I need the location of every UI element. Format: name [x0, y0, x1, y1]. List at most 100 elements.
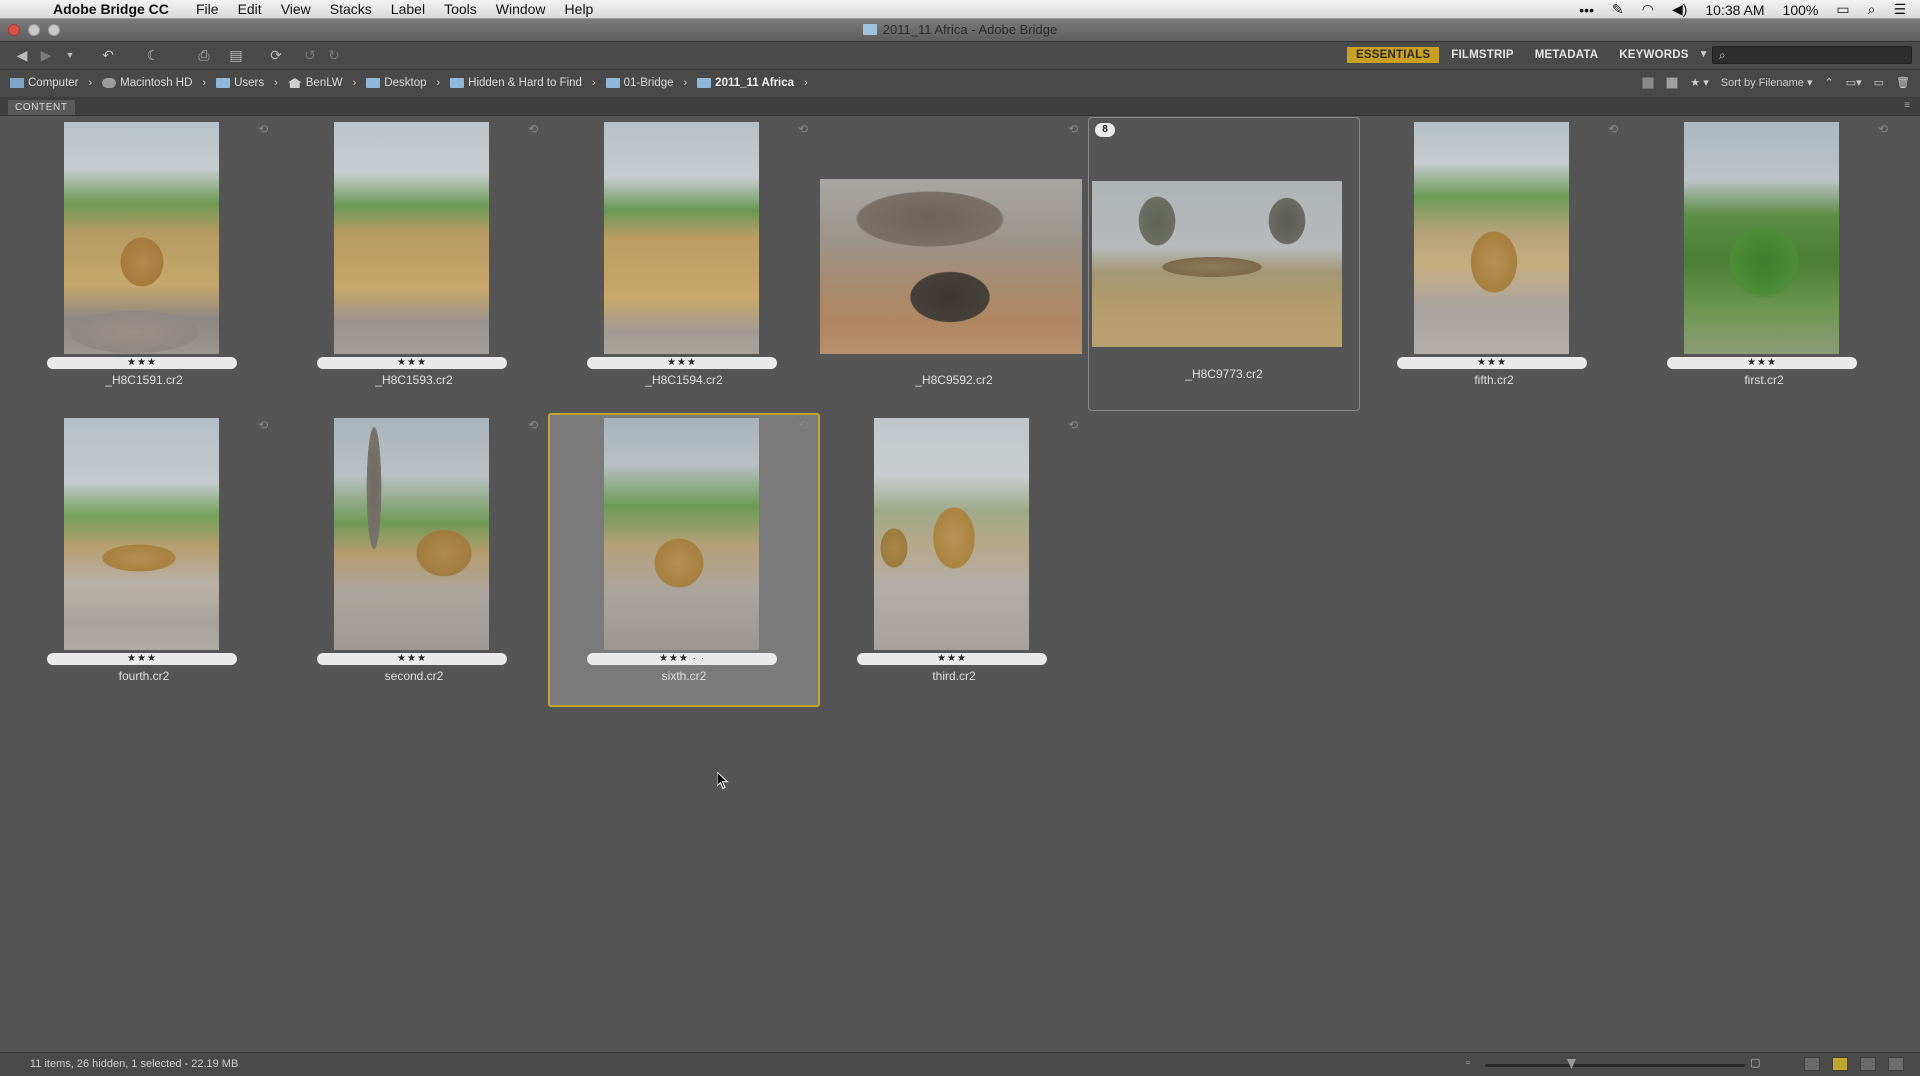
reveal-recent-icon[interactable]: ↶	[100, 48, 116, 62]
rotate-icon[interactable]: ⟲	[526, 418, 540, 432]
thumbnail-item[interactable]: ⟲ _H8C9592.cr2	[818, 117, 1090, 411]
thumbnail-quality-icon[interactable]	[1666, 76, 1679, 89]
menu-help[interactable]: Help	[565, 1, 594, 17]
thumbnail-item-selected[interactable]: ⟲ ★★★ · · sixth.cr2	[548, 413, 820, 707]
thumbnail-image[interactable]	[64, 122, 219, 354]
crumb-hidden-hard-to-find[interactable]: Hidden & Hard to Find	[450, 77, 582, 89]
open-recent-folder-icon[interactable]: ▭▾	[1846, 76, 1862, 89]
minimize-window-button[interactable]	[28, 24, 40, 36]
chevron-right-icon[interactable]: ›	[804, 77, 808, 89]
thumbnail-image[interactable]	[334, 122, 489, 354]
file-name[interactable]: _H8C1594.cr2	[548, 373, 820, 387]
sort-direction-icon[interactable]: ⌃	[1824, 76, 1833, 89]
battery-icon[interactable]: ▭	[1836, 1, 1849, 18]
stack-thumbnail-item[interactable]: 8 _H8C9773.cr2	[1088, 117, 1360, 411]
rotate-icon[interactable]: ⟲	[1606, 122, 1620, 136]
view-as-list-icon[interactable]	[1888, 1057, 1904, 1071]
menu-window[interactable]: Window	[496, 1, 546, 17]
thumbnail-image[interactable]	[874, 418, 1029, 650]
file-name[interactable]: third.cr2	[818, 669, 1090, 683]
file-name[interactable]: _H8C1591.cr2	[8, 373, 280, 387]
rotate-icon[interactable]: ⟲	[1876, 122, 1890, 136]
thumbnail-item[interactable]: ⟲ ★★★ first.cr2	[1628, 117, 1900, 411]
star-rating[interactable]: ★★★	[47, 357, 237, 369]
notification-center-icon[interactable]: ☰	[1893, 1, 1906, 18]
menu-edit[interactable]: Edit	[238, 1, 262, 17]
panel-menu-icon[interactable]: ≡	[1904, 100, 1910, 111]
more-icon[interactable]: •••	[1579, 2, 1594, 18]
thumbnail-image[interactable]	[1414, 122, 1569, 354]
menu-view[interactable]: View	[281, 1, 311, 17]
workspace-menu-chevron-down-icon[interactable]: ▼	[1699, 49, 1709, 63]
thumbnail-image[interactable]	[1684, 122, 1839, 354]
open-in-camera-raw-icon[interactable]: ⟳	[268, 48, 284, 62]
star-rating[interactable]: ★★★ · ·	[587, 653, 777, 665]
view-grid-lock-icon[interactable]	[1804, 1057, 1820, 1071]
forward-icon[interactable]: ▶	[38, 48, 54, 62]
refine-icon[interactable]: ▤	[228, 48, 244, 62]
thumbnail-item[interactable]: ⟲ ★★★ _H8C1591.cr2	[8, 117, 280, 411]
file-name[interactable]: _H8C1593.cr2	[278, 373, 550, 387]
rotate-left-icon[interactable]: ↺	[302, 48, 318, 62]
notes-icon[interactable]: ✎	[1612, 1, 1624, 18]
battery-percent[interactable]: 100%	[1783, 2, 1819, 18]
rotate-icon[interactable]: ⟲	[796, 418, 810, 432]
chevron-right-icon[interactable]: ›	[202, 77, 206, 89]
spotlight-icon[interactable]: ⌕	[1868, 1, 1876, 18]
file-name[interactable]: second.cr2	[278, 669, 550, 683]
content-panel-tab[interactable]: CONTENT	[8, 100, 75, 115]
workspace-essentials[interactable]: ESSENTIALS	[1347, 47, 1440, 63]
close-window-button[interactable]	[8, 24, 20, 36]
menu-file[interactable]: File	[196, 1, 219, 17]
crumb-01-bridge[interactable]: 01-Bridge	[605, 77, 674, 89]
quality-icon[interactable]	[1642, 76, 1655, 89]
star-rating[interactable]: ★★★	[857, 653, 1047, 665]
thumbnail-image[interactable]	[820, 179, 1082, 354]
star-rating[interactable]: ★★★	[47, 653, 237, 665]
thumbnail-item[interactable]: ⟲ ★★★ fourth.cr2	[8, 413, 280, 707]
chevron-right-icon[interactable]: ›	[684, 77, 688, 89]
rotate-icon[interactable]: ⟲	[1066, 418, 1080, 432]
menu-label[interactable]: Label	[391, 1, 425, 17]
rotate-right-icon[interactable]: ↻	[326, 48, 342, 62]
thumbnail-item[interactable]: ⟲ ★★★ fifth.cr2	[1358, 117, 1630, 411]
chevron-right-icon[interactable]: ›	[353, 77, 357, 89]
zoom-out-icon[interactable]: ▫	[1466, 1057, 1470, 1069]
rotate-icon[interactable]: ⟲	[256, 122, 270, 136]
chevron-right-icon[interactable]: ›	[89, 77, 93, 89]
back-icon[interactable]: ◀	[14, 48, 30, 62]
file-name[interactable]: first.cr2	[1628, 373, 1900, 387]
chevron-right-icon[interactable]: ›	[592, 77, 596, 89]
file-name[interactable]: fourth.cr2	[8, 669, 280, 683]
thumbnail-image[interactable]	[604, 122, 759, 354]
file-name[interactable]: sixth.cr2	[550, 669, 818, 683]
wifi-icon[interactable]: ◠	[1642, 1, 1654, 18]
thumbnail-image[interactable]	[604, 418, 759, 650]
thumbnail-item[interactable]: ⟲ ★★★ third.cr2	[818, 413, 1090, 707]
thumbnail-item[interactable]: ⟲ ★★★ second.cr2	[278, 413, 550, 707]
rotate-icon[interactable]: ⟲	[256, 418, 270, 432]
star-rating[interactable]: ★★★	[1667, 357, 1857, 369]
crumb-2011-11-africa[interactable]: 2011_11 Africa	[697, 77, 794, 89]
crumb-benlw[interactable]: BenLW	[287, 77, 343, 89]
zoom-window-button[interactable]	[48, 24, 60, 36]
rotate-icon[interactable]: ⟲	[526, 122, 540, 136]
crumb-macintosh-hd[interactable]: Macintosh HD	[102, 77, 192, 89]
thumbnail-image[interactable]	[64, 418, 219, 650]
workspace-keywords[interactable]: KEYWORDS	[1610, 47, 1697, 63]
crumb-computer[interactable]: Computer	[10, 77, 79, 89]
clock[interactable]: 10:38 AM	[1705, 2, 1764, 18]
search-input[interactable]: ⌕	[1712, 46, 1912, 64]
chevron-right-icon[interactable]: ›	[274, 77, 278, 89]
new-folder-icon[interactable]: ▭	[1874, 76, 1884, 89]
delete-icon[interactable]: 🗑	[1896, 76, 1910, 89]
zoom-in-icon[interactable]: ▢	[1750, 1056, 1760, 1069]
thumbnail-item[interactable]: ⟲ ★★★ _H8C1594.cr2	[548, 117, 820, 411]
view-as-details-icon[interactable]	[1860, 1057, 1876, 1071]
star-rating[interactable]: ★★★	[587, 357, 777, 369]
file-name[interactable]: _H8C9773.cr2	[1089, 367, 1359, 381]
sort-dropdown[interactable]: Sort by Filename ▾	[1721, 76, 1813, 89]
return-to-photoshop-icon[interactable]: ☾	[145, 48, 161, 62]
crumb-users[interactable]: Users	[216, 77, 264, 89]
thumbnail-size-slider[interactable]	[1485, 1064, 1745, 1067]
